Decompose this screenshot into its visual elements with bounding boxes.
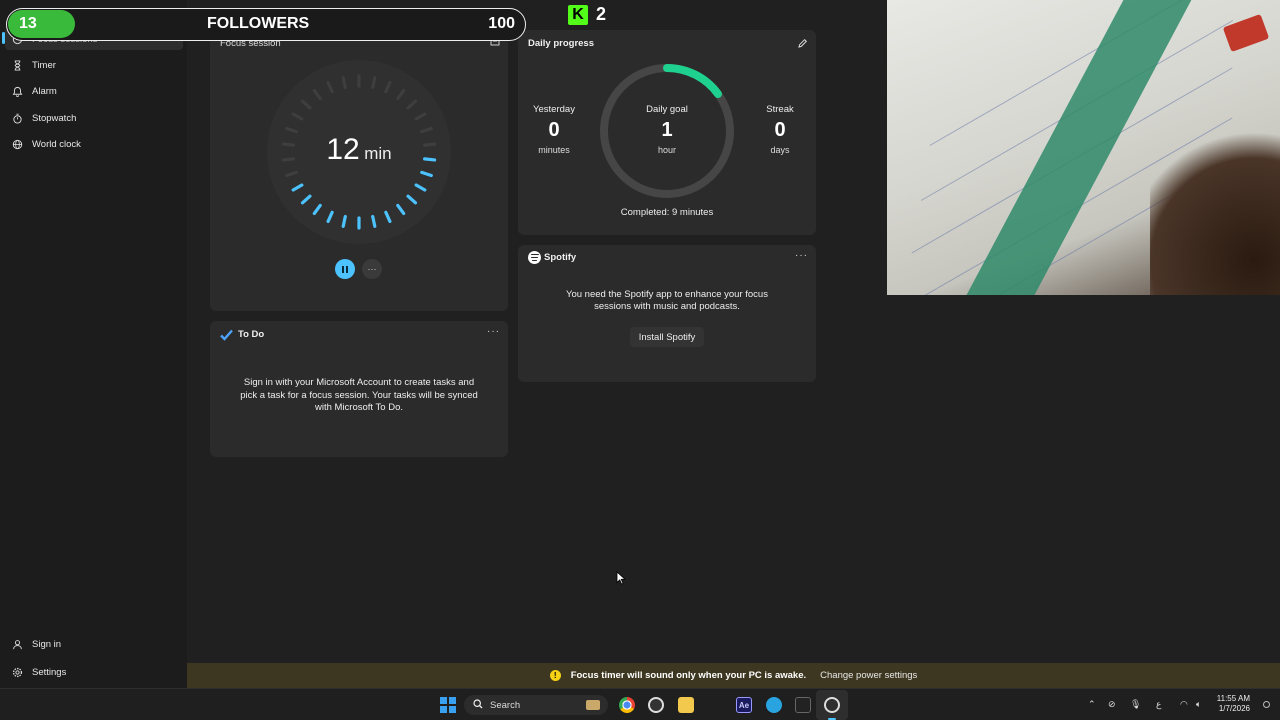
yesterday-label: Yesterday: [533, 104, 575, 115]
more-icon: ···: [367, 264, 377, 274]
stopwatch-icon: [10, 111, 24, 125]
streak-stat: Streak 0 days: [750, 104, 810, 155]
todo-title: To Do: [238, 329, 265, 340]
todo-card: To Do ··· Sign in with your Microsoft Ac…: [210, 321, 508, 457]
focus-timer-value: 12: [326, 133, 360, 166]
edit-pencil-icon[interactable]: [797, 36, 808, 54]
yesterday-stat: Yesterday 0 minutes: [524, 104, 584, 155]
spotify-card: Spotify ··· You need the Spotify app to …: [518, 245, 816, 382]
followers-label: FOLLOWERS: [207, 15, 310, 32]
banner-message: Focus timer will sound only when your PC…: [570, 670, 807, 681]
sidebar-item-sign-in[interactable]: Sign in: [0, 631, 187, 657]
spotify-message: You need the Spotify app to enhance your…: [566, 289, 768, 312]
focus-dial-tick: [341, 214, 347, 228]
daily-goal-unit: hour: [657, 145, 676, 155]
focus-session-card: Focus session 12 min ···: [210, 30, 508, 311]
sidebar-item-settings[interactable]: Settings: [0, 659, 187, 685]
sidebar-item-label: Settings: [32, 666, 67, 678]
taskbar: Search Ae ⌃ ⊘ 🎙︎ ع ◠ 🔈︎ 11:55 AM 1/7/202…: [0, 688, 1280, 720]
kick-viewers-badge: K 2: [568, 4, 606, 25]
daily-goal-value: 1: [661, 119, 673, 141]
yesterday-unit: minutes: [538, 145, 570, 155]
notification-icon[interactable]: [1263, 701, 1270, 708]
spotify-title: Spotify: [544, 252, 577, 263]
streak-value: 0: [774, 119, 786, 141]
checkmark-icon: [220, 328, 233, 346]
taskbar-clock[interactable]: 11:55 AM 1/7/2026: [1217, 694, 1250, 714]
hourglass-icon: [10, 58, 24, 72]
person-icon: [10, 637, 24, 651]
focus-dial-tick: [371, 214, 377, 228]
network-off-icon[interactable]: ⊘: [1108, 699, 1116, 710]
sidebar-item-world-clock[interactable]: World clock: [0, 131, 187, 157]
webcam-overlay: [887, 0, 1280, 295]
sidebar-item-alarm[interactable]: Alarm: [0, 78, 187, 104]
sidebar-item-label: Sign in: [32, 638, 62, 650]
install-spotify-button[interactable]: Install Spotify: [630, 327, 704, 347]
focus-timer-unit: min: [364, 144, 392, 163]
streak-label: Streak: [766, 104, 794, 115]
obs-icon[interactable]: [648, 697, 664, 713]
pause-button[interactable]: [335, 259, 355, 279]
telegram-icon[interactable]: [766, 697, 782, 713]
change-power-settings-link[interactable]: Change power settings: [820, 670, 917, 681]
volume-icon[interactable]: 🔈︎: [1196, 699, 1201, 710]
mouse-cursor-icon: [616, 571, 626, 585]
input-language[interactable]: ع: [1156, 699, 1161, 710]
clock-app-taskbar-active[interactable]: [816, 690, 848, 720]
clock-app-icon: [824, 697, 840, 713]
globe-icon: [10, 137, 24, 151]
daily-progress-card: Daily progress Yesterday 0 minutes Daily…: [518, 30, 816, 235]
focus-dial-tick: [371, 76, 377, 90]
kick-logo-icon: K: [568, 4, 588, 25]
app-window: Focus sessions Timer Alarm Stopwatch Wor…: [0, 0, 1280, 720]
completed-text: Completed: 9 minutes: [620, 207, 714, 218]
sidebar-item-label: Alarm: [32, 85, 57, 97]
windows-start-icon[interactable]: [440, 697, 456, 713]
followers-goal: 100: [488, 15, 515, 32]
daily-goal-label: Daily goal: [646, 104, 688, 115]
file-explorer-icon[interactable]: [678, 697, 694, 713]
sidebar-item-label: Stopwatch: [32, 112, 77, 124]
sidebar-item-stopwatch[interactable]: Stopwatch: [0, 105, 187, 131]
daily-progress-title: Daily progress: [528, 38, 594, 49]
todo-message: Sign in with your Microsoft Account to c…: [240, 377, 478, 413]
streak-unit: days: [770, 145, 790, 155]
followers-count: 13: [19, 15, 37, 32]
focus-timer-readout: 12 min: [210, 133, 508, 167]
focus-dial-tick: [341, 76, 347, 90]
search-icon: [473, 698, 483, 712]
sidebar: Focus sessions Timer Alarm Stopwatch Wor…: [0, 0, 187, 688]
daily-goal-stat: Daily goal 1 hour: [627, 104, 707, 155]
search-placeholder: Search: [490, 699, 521, 711]
clock-date: 1/7/2026: [1218, 704, 1250, 713]
warning-icon: !: [549, 670, 561, 681]
microphone-icon[interactable]: 🎙︎: [1130, 699, 1141, 710]
tray-chevron-icon[interactable]: ⌃: [1088, 699, 1096, 710]
spotify-more-button[interactable]: ···: [795, 250, 808, 261]
sidebar-item-label: World clock: [32, 138, 81, 150]
focus-more-button[interactable]: ···: [362, 259, 382, 279]
kick-count: 2: [596, 4, 607, 24]
chrome-icon[interactable]: [619, 697, 635, 713]
yesterday-value: 0: [548, 119, 560, 141]
followers-goal-bar: 13 FOLLOWERS 100: [6, 8, 526, 41]
taskbar-search-box[interactable]: Search: [464, 695, 608, 715]
wifi-icon[interactable]: ◠: [1180, 699, 1188, 710]
after-effects-icon[interactable]: Ae: [736, 697, 752, 713]
todo-more-button[interactable]: ···: [487, 326, 500, 337]
spotify-logo-icon: [528, 251, 541, 264]
bell-icon: [10, 84, 24, 98]
pause-icon: [342, 265, 348, 273]
sidebar-item-label: Timer: [32, 59, 56, 71]
sidebar-item-timer[interactable]: Timer: [0, 52, 187, 78]
capcut-icon[interactable]: [795, 697, 811, 713]
main-content: Focus session 12 min ··· Daily progress: [187, 0, 887, 663]
clock-time: 11:55 AM: [1216, 694, 1250, 703]
gear-icon: [10, 665, 24, 679]
search-highlight-icon: [586, 700, 600, 710]
power-warning-banner: ! Focus timer will sound only when your …: [187, 663, 1280, 688]
